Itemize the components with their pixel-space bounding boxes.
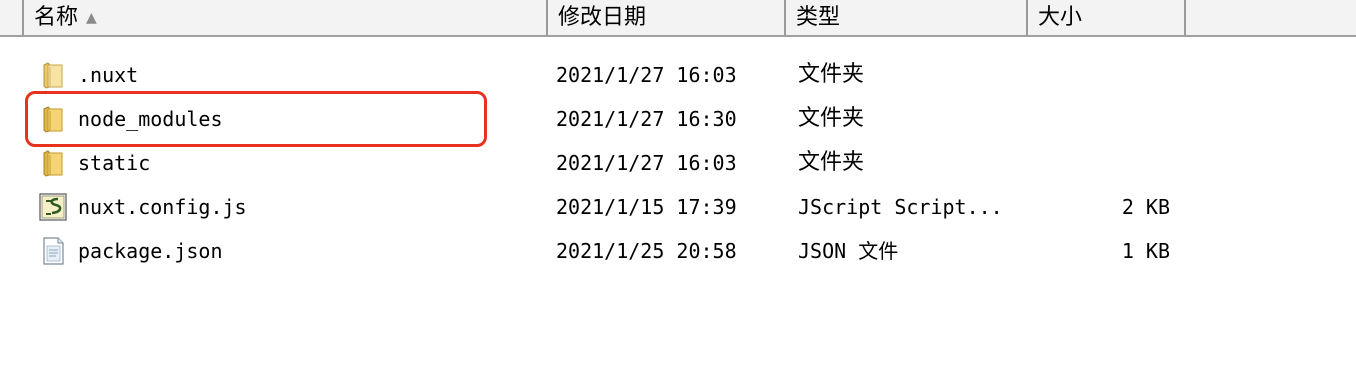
file-row[interactable]: .nuxt 2021/1/27 16:03 文件夹 [0,53,1356,97]
file-date: 2021/1/27 16:03 [556,151,737,175]
json-file-icon [43,237,64,265]
file-name: nuxt.config.js [78,195,247,219]
column-header-date-label: 修改日期 [558,5,647,30]
file-name: .nuxt [78,63,139,87]
column-header-name[interactable]: 名称 ▲ [22,0,548,35]
file-row[interactable]: nuxt.config.js 2021/1/15 17:39 JScript S… [0,185,1356,229]
folder-icon [43,106,63,133]
file-size [1100,97,1170,141]
file-type: 文件夹 [798,150,865,175]
file-name: package.json [78,239,223,263]
file-size [1100,141,1170,185]
column-header-date[interactable]: 修改日期 [548,0,786,35]
column-header-name-label: 名称 [34,5,79,30]
file-row[interactable]: static 2021/1/27 16:03 文件夹 [0,141,1356,185]
column-header-type[interactable]: 类型 [786,0,1028,35]
file-type: JSON 文件 [798,239,899,263]
file-size: 2 KB [1121,195,1170,219]
file-type: 文件夹 [798,62,865,87]
folder-icon [43,62,63,89]
file-name: node_modules [78,107,223,131]
file-type: JScript Script... [798,195,1003,219]
column-header-bar: 名称 ▲ 修改日期 类型 大小 [0,0,1356,37]
file-size [1100,53,1170,97]
file-name: static [78,151,151,175]
column-header-size[interactable]: 大小 [1028,0,1186,35]
folder-icon [43,150,63,177]
file-row[interactable]: package.json 2021/1/25 20:58 JSON 文件 1 K… [0,229,1356,273]
file-date: 2021/1/15 17:39 [556,195,737,219]
file-type: 文件夹 [798,106,865,131]
file-size: 1 KB [1121,239,1170,263]
sort-ascending-icon: ▲ [86,10,97,26]
file-date: 2021/1/25 20:58 [556,239,737,263]
file-date: 2021/1/27 16:30 [556,107,737,131]
column-header-type-label: 类型 [796,5,841,30]
file-row[interactable]: node_modules 2021/1/27 16:30 文件夹 [0,97,1356,141]
script-file-icon [39,193,67,221]
file-date: 2021/1/27 16:03 [556,63,737,87]
column-header-size-label: 大小 [1038,5,1083,30]
